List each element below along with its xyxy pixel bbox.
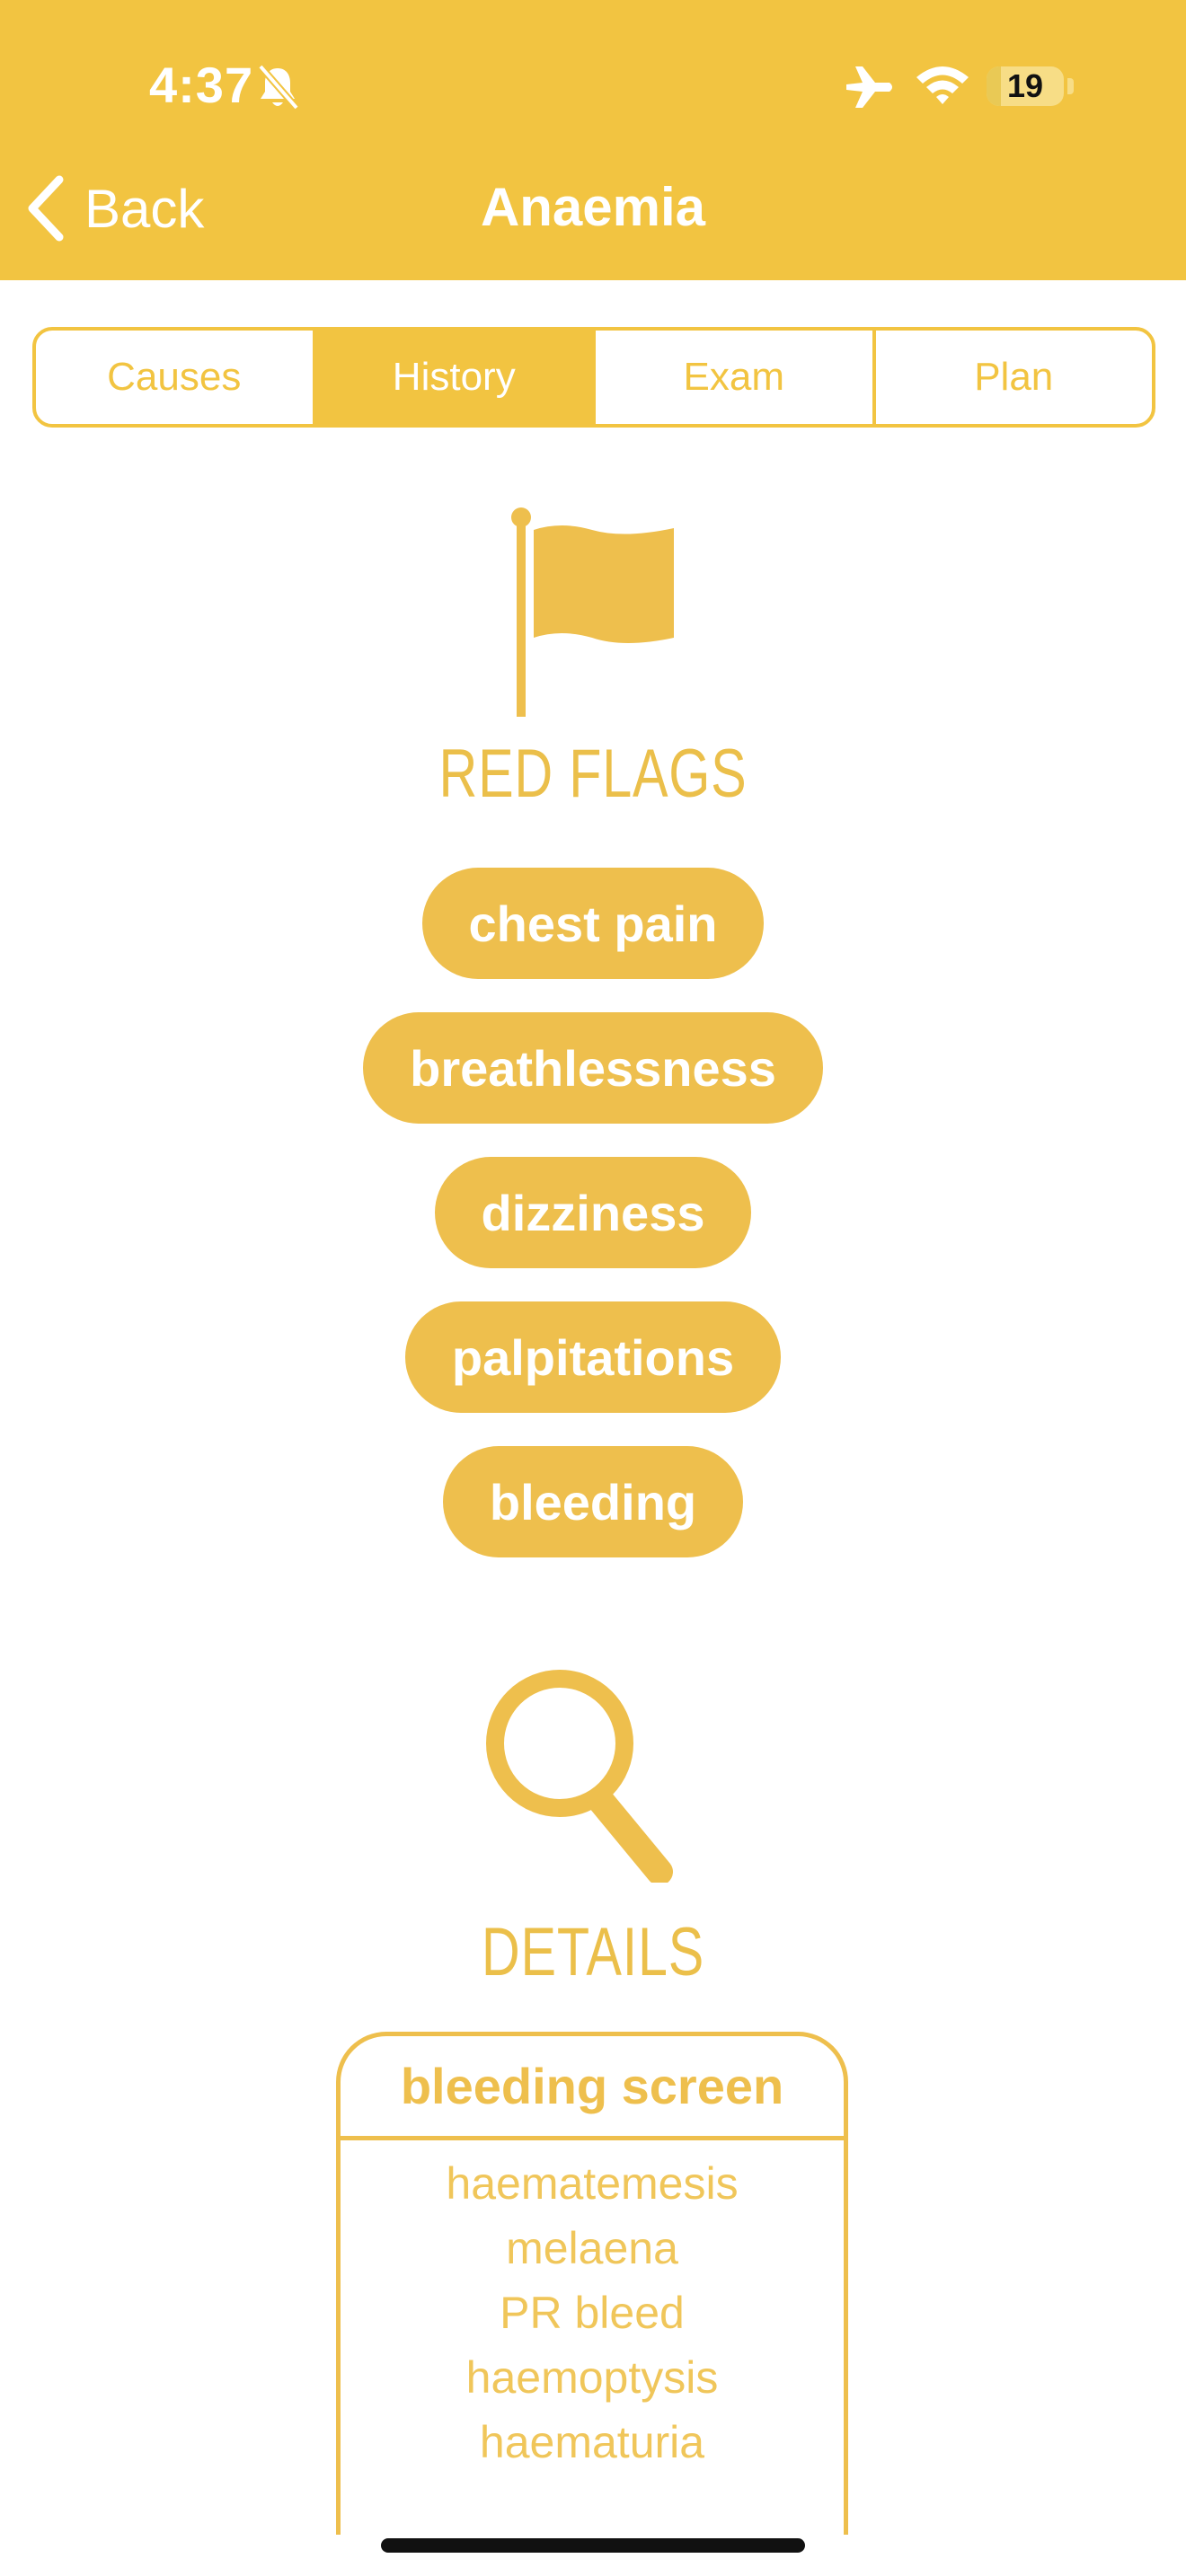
card-list: haematemesis melaena PR bleed haemoptysi… [341,2140,844,2475]
flag-icon [511,507,674,717]
back-button[interactable]: Back [25,171,204,246]
list-item: haematuria [479,2417,705,2467]
battery-icon: 19 [987,66,1064,106]
home-indicator[interactable] [381,2538,805,2553]
list-item: haemoptysis [465,2352,719,2403]
tab-exam[interactable]: Exam [596,331,876,424]
list-item: PR bleed [500,2288,685,2338]
red-flags-title: RED FLAGS [438,736,748,812]
wifi-icon [916,66,969,104]
details-card: bleeding screen haematemesis melaena PR … [336,2032,848,2535]
status-time: 4:37 [149,57,254,113]
red-flag-pill[interactable]: bleeding [442,1446,744,1557]
battery-tip [1067,78,1074,94]
navigation-header: 4:37 19 Back Anaemia [0,0,1186,280]
back-label: Back [84,178,205,239]
app-screen: 4:37 19 Back Anaemia Causes History Exam… [0,0,1186,2576]
list-item: haematemesis [446,2158,739,2209]
red-flag-pill[interactable]: chest pain [421,868,765,979]
tab-plan[interactable]: Plan [876,331,1153,424]
segmented-tabs: Causes History Exam Plan [32,327,1155,428]
red-flag-pill[interactable]: palpitations [404,1301,782,1413]
details-title: DETAILS [481,1914,705,1990]
battery-level: 19 [1006,67,1044,104]
red-flag-pill[interactable]: breathlessness [363,1012,823,1124]
red-flag-pill[interactable]: dizziness [434,1157,752,1268]
card-title: bleeding screen [341,2036,844,2140]
list-item: melaena [506,2223,678,2273]
chevron-left-icon [28,175,64,242]
airplane-icon [846,66,892,108]
tab-causes[interactable]: Causes [36,331,316,424]
red-flags-list: chest pain breathlessness dizziness palp… [0,868,1186,1591]
magnifying-glass-icon [486,1670,673,1883]
tab-history[interactable]: History [315,331,596,424]
bell-slash-icon [257,64,300,110]
page-title: Anaemia [480,177,706,237]
